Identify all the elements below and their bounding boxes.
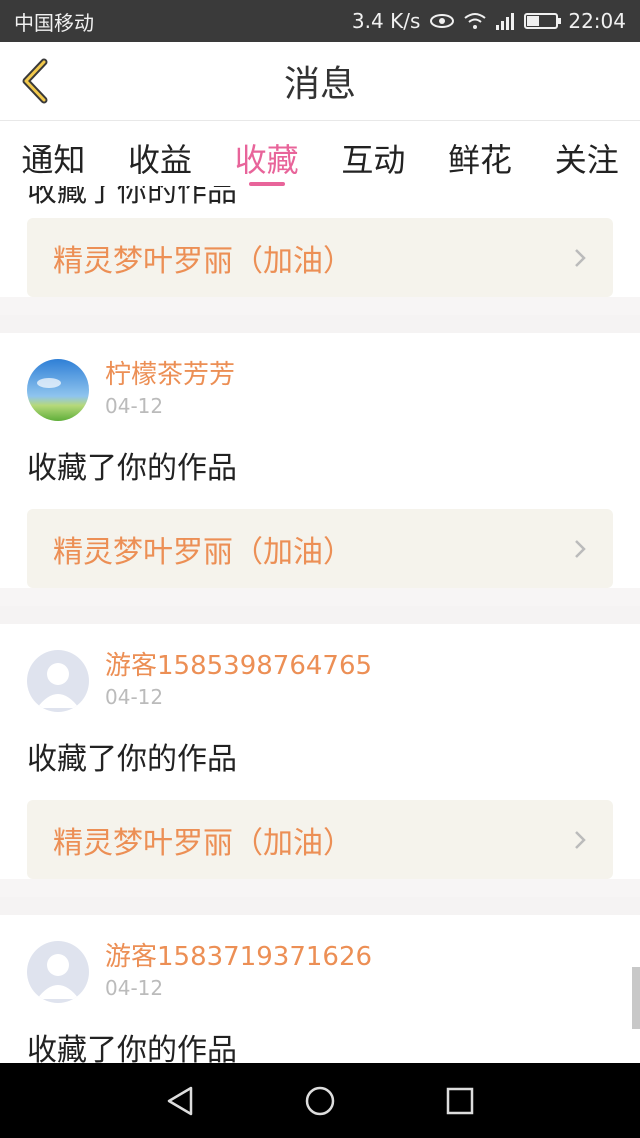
work-title: 精灵梦叶罗丽（加油） bbox=[53, 534, 353, 570]
signal-icon bbox=[496, 12, 515, 30]
avatar[interactable] bbox=[27, 359, 89, 421]
work-link[interactable]: 精灵梦叶罗丽（加油） bbox=[27, 218, 613, 297]
system-nav-bar bbox=[0, 1063, 640, 1138]
wifi-icon bbox=[464, 13, 486, 29]
tab-notify[interactable]: 通知 bbox=[0, 121, 107, 186]
divider bbox=[0, 606, 640, 624]
battery-icon bbox=[524, 13, 562, 29]
nav-home-button[interactable] bbox=[300, 1081, 340, 1121]
tab-interaction[interactable]: 互动 bbox=[320, 121, 427, 186]
nav-back-button[interactable] bbox=[160, 1081, 200, 1121]
carrier-label: 中国移动 bbox=[14, 10, 94, 35]
work-title: 精灵梦叶罗丽（加油） bbox=[53, 243, 353, 279]
triangle-back-icon bbox=[167, 1086, 193, 1115]
avatar[interactable] bbox=[27, 650, 89, 712]
page-title: 消息 bbox=[283, 64, 356, 105]
username[interactable]: 柠檬茶芳芳 bbox=[105, 359, 235, 391]
user-row: 游客1585398764765 04-12 bbox=[27, 624, 613, 712]
list-item: 收藏了你的作品 精灵梦叶罗丽（加油） bbox=[0, 186, 640, 297]
scrollbar[interactable] bbox=[632, 967, 640, 1029]
network-speed: 3.4 K/s bbox=[351, 9, 421, 33]
list-item: 游客1585398764765 04-12 收藏了你的作品 精灵梦叶罗丽（加油） bbox=[0, 624, 640, 879]
square-recents-icon bbox=[446, 1087, 474, 1114]
tab-follow[interactable]: 关注 bbox=[533, 121, 640, 186]
circle-home-icon bbox=[305, 1086, 335, 1115]
action-text: 收藏了你的作品 bbox=[27, 742, 237, 777]
list-item: 游客1583719371626 04-12 收藏了你的作品 bbox=[0, 915, 640, 1063]
tab-bar: 通知 收益 收藏 互动 鲜花 关注 bbox=[0, 120, 640, 186]
clock: 22:04 bbox=[568, 9, 626, 33]
status-icons: 3.4 K/s 22:04 bbox=[352, 9, 626, 33]
username[interactable]: 游客1585398764765 bbox=[105, 650, 372, 682]
chevron-right-icon bbox=[575, 830, 586, 849]
date: 04-12 bbox=[105, 976, 164, 1000]
date: 04-12 bbox=[105, 685, 164, 709]
work-link[interactable]: 精灵梦叶罗丽（加油） bbox=[27, 800, 613, 879]
list-item: 柠檬茶芳芳 04-12 收藏了你的作品 精灵梦叶罗丽（加油） bbox=[0, 333, 640, 588]
back-arrow-icon[interactable] bbox=[16, 58, 56, 104]
action-text: 收藏了你的作品 bbox=[27, 1033, 237, 1063]
eye-icon bbox=[430, 14, 455, 28]
chevron-right-icon bbox=[575, 539, 586, 558]
message-list[interactable]: 收藏了你的作品 精灵梦叶罗丽（加油） 柠檬茶芳芳 04-12 收藏了你的作品 精… bbox=[0, 186, 640, 1063]
divider bbox=[0, 897, 640, 915]
work-title: 精灵梦叶罗丽（加油） bbox=[53, 825, 353, 861]
nav-recents-button[interactable] bbox=[440, 1081, 480, 1121]
divider bbox=[0, 315, 640, 333]
tab-favorites[interactable]: 收藏 bbox=[213, 121, 320, 186]
tab-earnings[interactable]: 收益 bbox=[107, 121, 214, 186]
action-text-partial: 收藏了你的作品 bbox=[27, 186, 237, 209]
sky-avatar-icon bbox=[27, 359, 89, 421]
username[interactable]: 游客1583719371626 bbox=[105, 941, 372, 973]
date: 04-12 bbox=[105, 394, 164, 418]
default-avatar-icon bbox=[27, 650, 89, 712]
work-link[interactable]: 精灵梦叶罗丽（加油） bbox=[27, 509, 613, 588]
user-row: 游客1583719371626 04-12 bbox=[27, 915, 613, 1003]
chevron-right-icon bbox=[575, 248, 586, 267]
tab-flowers[interactable]: 鲜花 bbox=[427, 121, 534, 186]
user-row: 柠檬茶芳芳 04-12 bbox=[27, 333, 613, 421]
status-bar: 中国移动 3.4 K/s 22:04 bbox=[0, 0, 640, 42]
app-header: 消息 bbox=[0, 42, 640, 120]
action-text: 收藏了你的作品 bbox=[27, 451, 237, 486]
default-avatar-icon bbox=[27, 941, 89, 1003]
avatar[interactable] bbox=[27, 941, 89, 1003]
